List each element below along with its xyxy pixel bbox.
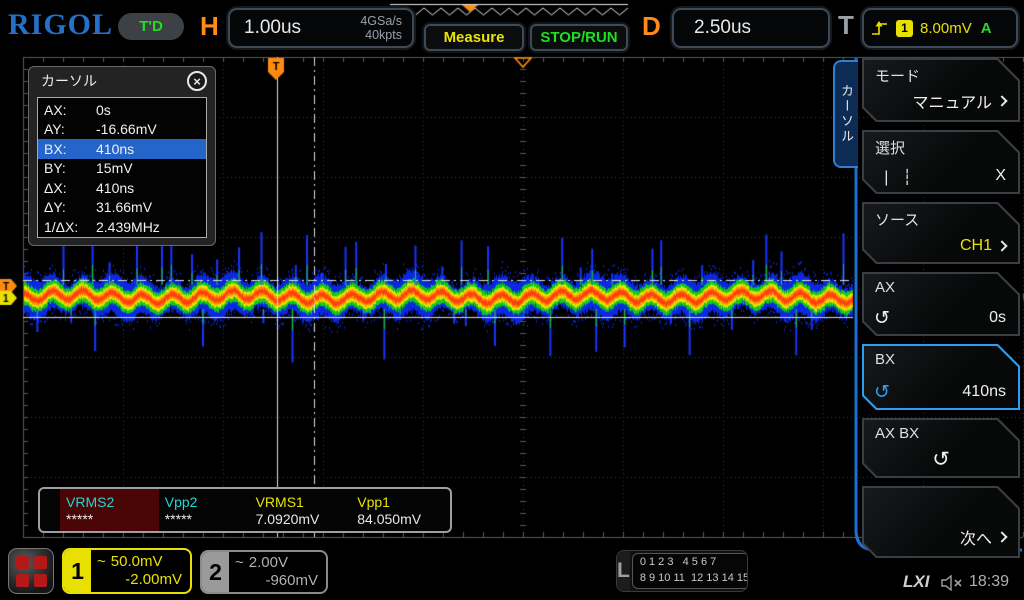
ch2-scale: 2.00V (249, 554, 288, 572)
measure-button[interactable]: Measure (424, 24, 524, 51)
chevron-right-icon (996, 531, 1007, 542)
channel1-status[interactable]: 1 ~50.0mV -2.00mV (62, 548, 192, 594)
menu-item-next-page[interactable]: 次へ (862, 486, 1020, 558)
delay-box[interactable]: 2.50us (672, 8, 830, 48)
measurement-vpp2[interactable]: Vpp2 ***** (159, 489, 250, 531)
close-icon[interactable]: × (187, 71, 207, 91)
horizontal-label: H (200, 11, 219, 42)
menu-tab-cursor[interactable]: カーソル (833, 60, 858, 168)
cursor-window-title: カーソル (41, 71, 97, 91)
cursor-row-dy[interactable]: ΔY:31.66mV (38, 198, 206, 218)
trigger-sweep-mode: A (981, 20, 992, 37)
knob-icon: ↺ (874, 381, 890, 404)
mute-speaker-icon[interactable] (941, 575, 965, 591)
measurement-vpp1[interactable]: Vpp1 84.050mV (351, 489, 450, 531)
ch1-offset: -2.00mV (97, 571, 182, 589)
coupling-icon: ~ (97, 553, 106, 571)
trigger-level-value: 8.00mV (920, 20, 972, 37)
knob-icon: ↺ (874, 307, 890, 330)
cursor-row-by[interactable]: BY:15mV (38, 159, 206, 179)
menu-item-mode[interactable]: モード マニュアル (862, 58, 1020, 122)
lxi-indicator: LXI (903, 572, 929, 592)
chevron-right-icon (996, 95, 1007, 106)
coupling-icon: ~ (235, 554, 244, 572)
delay-label: D (642, 11, 661, 42)
swap-icon: ↺ (862, 447, 1020, 472)
channel2-status[interactable]: 2 ~2.00V -960mV (200, 550, 328, 594)
measurement-vrms2[interactable]: VRMS2 ***** (60, 489, 159, 531)
menu-item-select[interactable]: 選択 ❘┆ X (862, 130, 1020, 194)
delay-value: 2.50us (674, 17, 751, 39)
memory-depth: 40kpts (360, 28, 402, 42)
ch2-offset: -960mV (235, 572, 318, 590)
logic-analyzer-status[interactable]: L 0 1 2 3 4 5 6 7 8 9 10 11 12 13 14 15 (616, 550, 748, 592)
cursor-row-inv-dx[interactable]: 1/ΔX:2.439MHz (38, 217, 206, 237)
rigol-logo: RIGOL (8, 8, 113, 42)
timebase-value: 1.00us (230, 17, 360, 39)
trigger-slope-icon (870, 19, 889, 37)
cursor-row-bx[interactable]: BX:410ns (38, 139, 206, 159)
menu-item-bx[interactable]: BX ↺ 410ns (862, 344, 1020, 410)
la-channels-row2: 8 9 10 11 12 13 14 15 (640, 571, 748, 587)
cursor-row-dx[interactable]: ΔX:410ns (38, 178, 206, 198)
trigger-channel-badge: 1 (896, 20, 913, 37)
oscilloscope-screen: RIGOL T'D H 1.00us 4GSa/s 40kpts Measure… (0, 0, 1024, 600)
measurement-panel: VRMS2 ***** Vpp2 ***** VRMS1 7.0920mV Vp… (38, 487, 452, 533)
channel1-badge: 1 (64, 550, 91, 592)
trigger-box[interactable]: 1 8.00mV A (862, 8, 1018, 48)
chevron-right-icon (996, 240, 1007, 251)
trigger-label: T (838, 10, 854, 41)
menu-item-source[interactable]: ソース CH1 (862, 202, 1020, 264)
stop-run-button[interactable]: STOP/RUN (530, 24, 628, 51)
main-menu-button[interactable] (8, 548, 54, 594)
la-badge: L (617, 551, 630, 591)
menu-item-ax-bx[interactable]: AX BX ↺ (862, 418, 1020, 478)
menu-item-ax[interactable]: AX ↺ 0s (862, 272, 1020, 336)
cursor-ab-icon: ❘┆ (880, 168, 922, 186)
cursor-row-ay[interactable]: AY:-16.66mV (38, 120, 206, 140)
ch1-scale: 50.0mV (111, 553, 163, 571)
la-channels-row1: 0 1 2 3 4 5 6 7 (640, 555, 748, 571)
timebase-box[interactable]: 1.00us 4GSa/s 40kpts (228, 8, 414, 48)
channel2-badge: 2 (202, 552, 229, 592)
measurement-vrms1[interactable]: VRMS1 7.0920mV (250, 489, 352, 531)
clock: 18:39 (969, 573, 1009, 591)
sample-rate: 4GSa/s (360, 14, 402, 28)
cursor-row-ax[interactable]: AX:0s (38, 100, 206, 120)
cursor-window: カーソル × AX:0s AY:-16.66mV BX:410ns BY:15m… (28, 66, 216, 246)
trigger-status-badge: T'D (118, 13, 184, 40)
